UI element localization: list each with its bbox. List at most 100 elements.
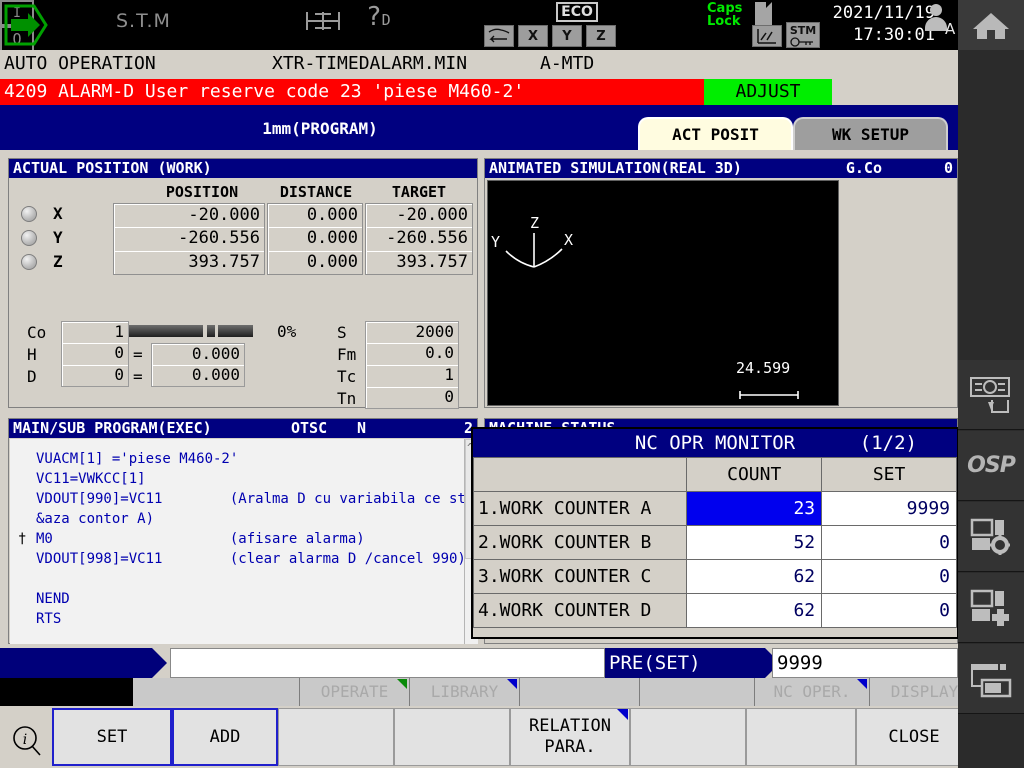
menu-item-library[interactable]: LIBRARY — [410, 678, 520, 706]
axis-led-y — [21, 230, 37, 246]
col-header-blank — [474, 458, 687, 492]
fkey-blank-2[interactable] — [394, 708, 510, 766]
simulation-scale-value: 24.599 — [736, 359, 790, 377]
offset-result-d: 0.000 — [151, 365, 245, 387]
table-row[interactable]: 4.WORK COUNTER D 62 0 — [474, 594, 957, 628]
target-value-z: 393.757 — [365, 251, 473, 275]
header-target: TARGET — [365, 183, 473, 201]
axis-row-y: Y -260.556 0.000 -260.556 — [9, 227, 477, 251]
position-value-x: -20.000 — [113, 203, 265, 227]
nc-opr-monitor-dialog: NC OPR MONITOR (1/2) COUNT SET 1.WORK CO… — [471, 427, 959, 639]
counter-set-a[interactable]: 9999 — [822, 492, 957, 526]
actual-position-panel: ACTUAL POSITION (WORK) POSITION DISTANCE… — [8, 158, 478, 408]
counter-count-a[interactable]: 23 — [687, 492, 822, 526]
table-row[interactable]: 2.WORK COUNTER B 52 0 — [474, 526, 957, 560]
fkey-blank-3[interactable] — [630, 708, 746, 766]
counter-set-b[interactable]: 0 — [822, 526, 957, 560]
offset-value-co: 1 — [61, 321, 129, 343]
spindle-label-tc: Tc — [337, 367, 356, 386]
tab-act-posit[interactable]: ACT POSIT — [638, 117, 793, 150]
graph-icon[interactable] — [752, 25, 782, 47]
preset-value-input[interactable]: 9999 — [772, 648, 958, 678]
rail-button-window-switch[interactable] — [958, 644, 1024, 714]
program-line-text: VDOUT[990]=VC11 (Aralma D cu variabila c… — [36, 491, 500, 507]
mtd-text: A-MTD — [540, 50, 594, 78]
info-icon[interactable]: i — [10, 724, 44, 758]
axis-move-icon — [303, 8, 343, 34]
nc-monitor-title-bar: NC OPR MONITOR (1/2) — [473, 429, 957, 457]
program-line — [10, 569, 478, 589]
header-position: POSITION — [137, 183, 267, 201]
program-text-area[interactable]: VUACM[1] ='piese M460-2' VC11=VWKCC[1] V… — [10, 439, 478, 644]
program-panel-title: MAIN/SUB PROGRAM(EXEC) OTSC N 2 — [9, 419, 477, 438]
home-icon — [971, 9, 1011, 41]
actual-position-title: ACTUAL POSITION (WORK) — [9, 159, 477, 178]
n-label: N — [357, 419, 366, 438]
menu-item-blank-1[interactable] — [133, 678, 300, 706]
fkey-close[interactable]: CLOSE — [856, 708, 972, 766]
fkey-set[interactable]: SET — [52, 708, 172, 766]
eco-icon: ECO — [556, 2, 598, 22]
program-line-text: RTS — [36, 611, 61, 627]
offset-value-h: 0 — [61, 343, 129, 365]
nc-monitor-page: (1/2) — [860, 429, 917, 457]
fkey-blank-1[interactable] — [278, 708, 394, 766]
home-button[interactable] — [958, 0, 1024, 50]
simulation-viewport[interactable]: Z Y X 24.599 — [487, 180, 839, 406]
program-line: RTS — [10, 609, 478, 629]
counter-count-d[interactable]: 62 — [687, 594, 822, 628]
counter-set-d[interactable]: 0 — [822, 594, 957, 628]
hand-swap-icon[interactable] — [484, 25, 514, 47]
position-value-z: 393.757 — [113, 251, 265, 275]
window-switch-icon — [968, 656, 1014, 702]
z-axis-button[interactable]: Z — [586, 25, 616, 47]
rail-button-osp[interactable]: OSP — [958, 431, 1024, 501]
rail-button-tool-data[interactable] — [958, 360, 1024, 430]
program-line: †M0 (afisare alarma) — [10, 529, 478, 549]
animated-simulation-panel: ANIMATED SIMULATION(REAL 3D) G.Co 0 Z Y … — [484, 158, 958, 408]
table-row[interactable]: 3.WORK COUNTER C 62 0 — [474, 560, 957, 594]
status-arrow-left — [0, 648, 152, 678]
menu-item-blank-2[interactable] — [520, 678, 640, 706]
rail-button-window-add[interactable] — [958, 573, 1024, 643]
time-text: 17:30:01 — [820, 24, 935, 46]
submenu-indicator-icon — [857, 679, 867, 689]
tab-wk-setup[interactable]: WK SETUP — [793, 117, 948, 150]
menu-item-nc-oper[interactable]: NC OPER. — [755, 678, 870, 706]
fkey-relation-para[interactable]: RELATION PARA. — [510, 708, 630, 766]
program-line-text: VC11=VWKCC[1] — [36, 471, 146, 487]
svg-text:i: i — [23, 732, 27, 748]
auto-mode-arrow-icon — [4, 4, 50, 46]
counter-set-c[interactable]: 0 — [822, 560, 957, 594]
axis-led-z — [21, 254, 37, 270]
caps-lock-indicator: Caps Lock — [707, 2, 742, 28]
counter-count-b[interactable]: 52 — [687, 526, 822, 560]
y-axis-button[interactable]: Y — [552, 25, 582, 47]
alarm-message: 4209 ALARM-D User reserve code 23 'piese… — [0, 79, 704, 105]
program-line: VC11=VWKCC[1] — [10, 469, 478, 489]
fkey-add[interactable]: ADD — [172, 708, 278, 766]
bottom-status-bar: PRE(SET) 9999 — [0, 648, 958, 678]
menu-item-operate[interactable]: OPERATE — [300, 678, 410, 706]
spindle-value-tn: 0 — [365, 387, 459, 409]
fkey-blank-4[interactable] — [746, 708, 856, 766]
svg-text:X: X — [564, 231, 573, 249]
gco-label: G.Co — [846, 159, 882, 178]
menu-item-blank-3[interactable] — [640, 678, 755, 706]
main-sub-program-panel: MAIN/SUB PROGRAM(EXEC) OTSC N 2 VUACM[1]… — [8, 418, 478, 644]
program-line-text: VUACM[1] ='piese M460-2' — [36, 451, 238, 467]
x-axis-button[interactable]: X — [518, 25, 548, 47]
counter-count-c[interactable]: 62 — [687, 560, 822, 594]
stm-key-icon[interactable]: STM — [786, 22, 820, 48]
rail-button-window-settings[interactable] — [958, 502, 1024, 572]
command-input[interactable] — [170, 648, 605, 678]
submenu-indicator-icon — [617, 709, 628, 720]
override-bar — [129, 325, 253, 337]
right-side-rail: OSP — [958, 50, 1024, 768]
window-add-icon — [968, 585, 1014, 631]
program-line-text: M0 (afisare alarma) — [36, 531, 365, 547]
program-line: VDOUT[990]=VC11 (Aralma D cu variabila c… — [10, 489, 478, 509]
table-row[interactable]: 1.WORK COUNTER A 23 9999 — [474, 492, 957, 526]
counter-label-a: 1.WORK COUNTER A — [474, 492, 687, 526]
program-line: &aza contor A) — [10, 509, 478, 529]
